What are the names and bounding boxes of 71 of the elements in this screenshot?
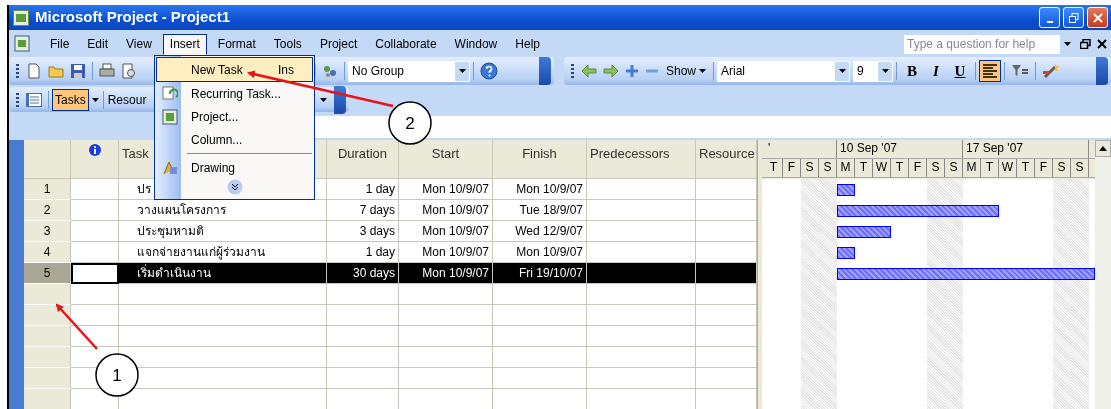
table-cell: Mon 10/9/07 (493, 179, 587, 200)
day-label: S (801, 159, 819, 177)
menu-item[interactable]: Collaborate (368, 33, 444, 55)
table-cell: Fri 19/10/07 (493, 263, 587, 284)
day-label: F (783, 159, 801, 177)
day-label: F (1035, 159, 1053, 177)
day-label: T (765, 159, 783, 177)
column-header[interactable]: Duration (327, 140, 399, 179)
help-search-field[interactable]: Type a question for help (904, 34, 1074, 54)
row-number[interactable]: 5 (24, 263, 71, 284)
menu-item[interactable]: File (43, 33, 77, 55)
window-title: Microsoft Project - Project1 (35, 7, 231, 28)
bold-button[interactable]: B (900, 59, 925, 83)
row-number[interactable]: 2 (24, 200, 71, 221)
table-cell: Mon 10/9/07 (399, 179, 493, 200)
underline-button[interactable]: U (948, 59, 973, 83)
view-button[interactable]: Tasks (52, 88, 89, 111)
callout-badge: 1 (95, 353, 139, 397)
day-label: M (963, 159, 981, 177)
menu-item[interactable]: Insert (162, 33, 207, 55)
font-size-dropdown[interactable]: 9 (853, 60, 894, 82)
menu-item[interactable]: View (119, 33, 159, 55)
day-label: S (1071, 159, 1089, 177)
font-dropdown[interactable]: Arial (717, 60, 851, 82)
day-label: W (999, 159, 1017, 177)
menu-option[interactable]: Recurring Task... (156, 82, 313, 105)
table-cell: Mon 10/9/07 (399, 221, 493, 242)
menu-item[interactable]: Project (312, 33, 365, 55)
day-label: T (855, 159, 873, 177)
table-cell: Tue 18/9/07 (493, 200, 587, 221)
menu-item[interactable]: Edit (80, 33, 116, 55)
day-label: W (873, 159, 891, 177)
table-cell: Mon 10/9/07 (399, 263, 493, 284)
timescale-label: ' (765, 140, 837, 158)
table-cell: 30 days (327, 263, 399, 284)
menu-option[interactable]: Column... (156, 128, 313, 151)
timescale-label: 17 Sep '07 (963, 140, 1089, 158)
column-header[interactable]: Predecessors (587, 140, 696, 179)
menu-option[interactable]: New Task Ins (156, 57, 313, 82)
table-cell: 7 days (327, 200, 399, 221)
table-cell: Wed 12/9/07 (493, 221, 587, 242)
column-header[interactable]: Finish (493, 140, 587, 179)
day-label: T (981, 159, 999, 177)
day-label: T (1017, 159, 1035, 177)
view-button[interactable]: Resour (104, 88, 150, 111)
table-cell: เริ่มดำเนินงาน (119, 263, 327, 284)
menu-option[interactable]: Project... (156, 105, 313, 128)
menu-item[interactable]: Tools (266, 33, 309, 55)
day-label: S (945, 159, 963, 177)
table-cell: ประชุมหามติ (119, 221, 327, 242)
italic-button[interactable]: I (924, 59, 949, 83)
table-cell: 1 day (327, 179, 399, 200)
row-number[interactable]: 1 (24, 179, 71, 200)
menu-item[interactable]: Format (210, 33, 263, 55)
table-cell: 3 days (327, 221, 399, 242)
timescale-label: 10 Sep '07 (837, 140, 963, 158)
day-label: S (1053, 159, 1071, 177)
day-label: T (891, 159, 909, 177)
day-label: M (837, 159, 855, 177)
day-label: F (909, 159, 927, 177)
menu-option[interactable]: Drawing (156, 156, 313, 179)
row-number[interactable]: 3 (24, 221, 71, 242)
day-label: S (927, 159, 945, 177)
show-button[interactable]: Show (662, 59, 711, 83)
menu-item[interactable]: Window (447, 33, 505, 55)
day-label: S (819, 159, 837, 177)
row-number[interactable]: 4 (24, 242, 71, 263)
group-dropdown[interactable]: No Group (348, 60, 470, 82)
callout-badge: 2 (388, 101, 432, 145)
table-cell: Mon 10/9/07 (399, 200, 493, 221)
menu-item[interactable]: Help (508, 33, 547, 55)
